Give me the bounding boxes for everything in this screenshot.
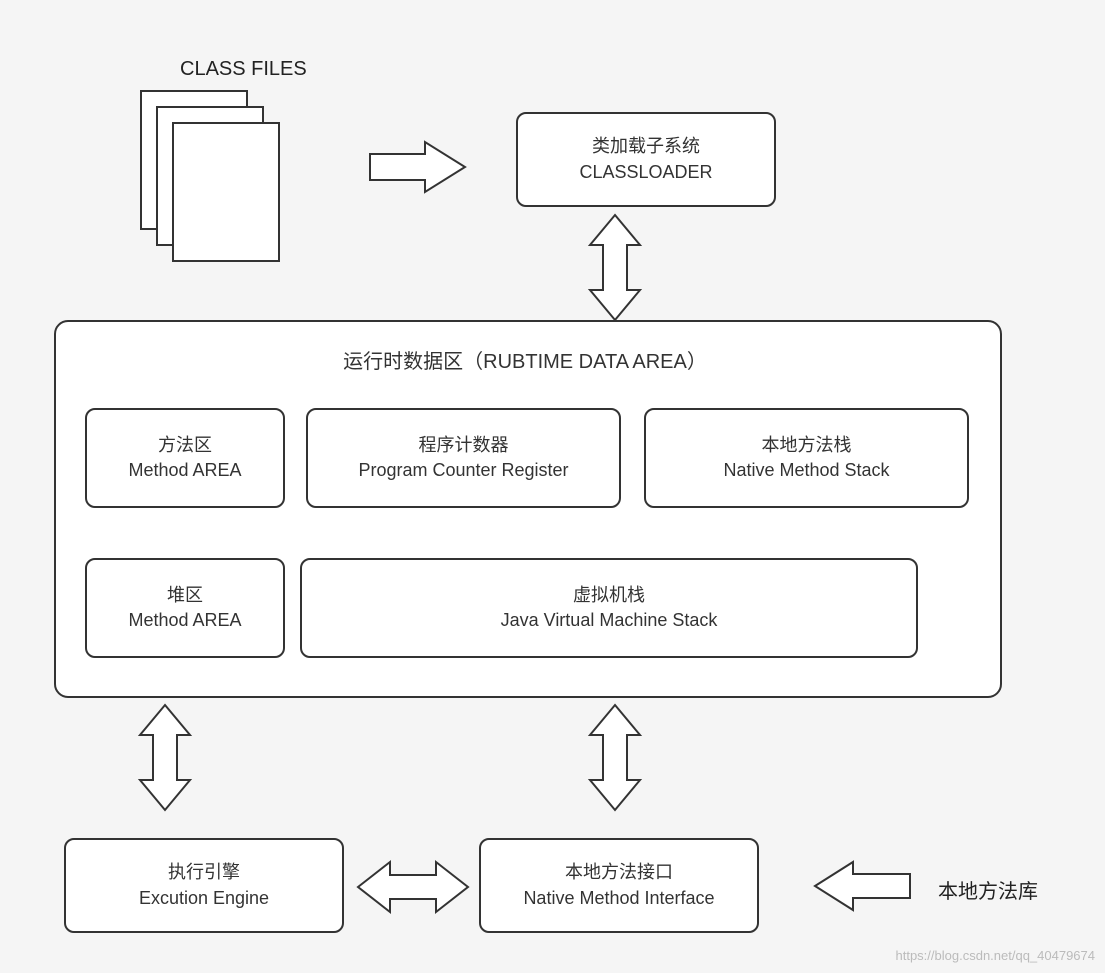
heap-label-cn: 堆区 xyxy=(167,583,203,608)
jvm-stack-box: 虚拟机栈 Java Virtual Machine Stack xyxy=(300,558,918,658)
native-stack-label-en: Native Method Stack xyxy=(723,458,889,483)
jvm-stack-label-cn: 虚拟机栈 xyxy=(573,583,645,608)
native-stack-label-cn: 本地方法栈 xyxy=(762,433,852,458)
double-arrow-vertical-icon xyxy=(585,705,645,810)
heap-area-box: 堆区 Method AREA xyxy=(85,558,285,658)
classloader-label-cn: 类加载子系统 xyxy=(592,134,700,159)
method-area-label-en: Method AREA xyxy=(128,458,241,483)
native-interface-label-en: Native Method Interface xyxy=(523,886,714,911)
class-files-stack-icon xyxy=(140,90,280,265)
pc-register-label-cn: 程序计数器 xyxy=(419,433,509,458)
native-method-stack-box: 本地方法栈 Native Method Stack xyxy=(644,408,969,508)
classloader-label-en: CLASSLOADER xyxy=(579,160,712,185)
native-method-interface-box: 本地方法接口 Native Method Interface xyxy=(479,838,759,933)
heap-label-en: Method AREA xyxy=(128,608,241,633)
runtime-area-title: 运行时数据区（RUBTIME DATA AREA） xyxy=(290,345,760,374)
arrow-left-icon xyxy=(815,862,910,910)
jvm-stack-label-en: Java Virtual Machine Stack xyxy=(501,608,718,633)
watermark: https://blog.csdn.net/qq_40479674 xyxy=(896,948,1096,963)
execution-engine-box: 执行引擎 Excution Engine xyxy=(64,838,344,933)
method-area-box: 方法区 Method AREA xyxy=(85,408,285,508)
pc-register-label-en: Program Counter Register xyxy=(358,458,568,483)
exec-engine-label-cn: 执行引擎 xyxy=(168,860,240,885)
method-area-label-cn: 方法区 xyxy=(158,433,212,458)
exec-engine-label-en: Excution Engine xyxy=(139,886,269,911)
pc-register-box: 程序计数器 Program Counter Register xyxy=(306,408,621,508)
double-arrow-vertical-icon xyxy=(585,215,645,320)
double-arrow-horizontal-icon xyxy=(358,858,468,916)
double-arrow-vertical-icon xyxy=(135,705,195,810)
native-interface-label-cn: 本地方法接口 xyxy=(565,860,673,885)
arrow-right-icon xyxy=(370,142,470,192)
classloader-box: 类加载子系统 CLASSLOADER xyxy=(516,112,776,207)
class-files-label: CLASS FILES xyxy=(180,58,307,81)
native-lib-label: 本地方法库 xyxy=(938,875,1038,904)
